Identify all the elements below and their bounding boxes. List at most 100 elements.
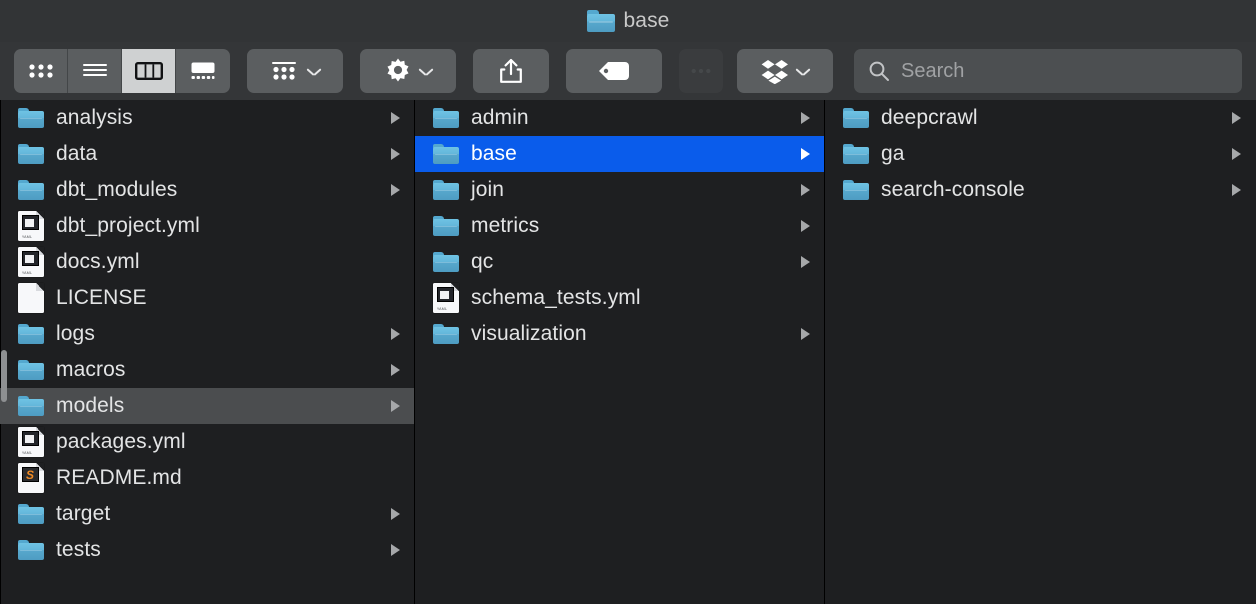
folder-icon — [843, 180, 869, 201]
list-item[interactable]: base — [415, 136, 824, 172]
folder-icon — [433, 252, 459, 273]
disclosure-arrow-icon — [801, 184, 810, 196]
folder-icon — [18, 540, 44, 561]
list-item-label: models — [56, 394, 379, 418]
list-icon — [82, 62, 108, 80]
folder-icon — [433, 216, 459, 237]
folder-icon — [18, 504, 44, 525]
share-button[interactable] — [473, 49, 549, 93]
list-item[interactable]: YAMLdocs.yml — [0, 244, 414, 280]
toolbar: Search — [0, 42, 1256, 100]
folder-icon — [433, 180, 459, 201]
disclosure-arrow-icon — [391, 112, 400, 124]
folder-icon — [433, 108, 459, 129]
list-item-label: data — [56, 142, 379, 166]
dropbox-button[interactable] — [737, 49, 833, 93]
list-item[interactable]: YAMLpackages.yml — [0, 424, 414, 460]
disclosure-arrow-icon — [801, 220, 810, 232]
list-item-label: README.md — [56, 466, 379, 490]
column-3[interactable]: deepcrawl ga search-console — [825, 100, 1255, 604]
disclosure-arrow-icon — [1232, 184, 1241, 196]
list-item[interactable]: target — [0, 496, 414, 532]
list-item[interactable]: YAML schema_tests.yml — [415, 280, 824, 316]
list-item[interactable]: README.md — [0, 460, 414, 496]
list-item[interactable]: tests — [0, 532, 414, 568]
column-2[interactable]: admin base joinmetrics qc YAML schema_tests.y… — [415, 100, 825, 604]
column-browser: analysis data dbt_modules YAML dbt_project.y… — [0, 100, 1256, 604]
list-item[interactable]: ga — [825, 136, 1255, 172]
list-item-label: schema_tests.yml — [471, 286, 789, 310]
folder-icon — [433, 324, 459, 345]
list-item-label: LICENSE — [56, 286, 379, 310]
gallery-icon — [189, 61, 217, 81]
page-title: base — [624, 9, 670, 33]
list-item[interactable]: admin — [415, 100, 824, 136]
finder-window: base — [0, 0, 1256, 604]
list-item-label: deepcrawl — [881, 106, 1220, 130]
search-icon — [868, 60, 890, 82]
view-mode-segmented-control[interactable] — [14, 49, 230, 93]
disclosure-arrow-icon — [801, 328, 810, 340]
list-item[interactable]: dbt_modules — [0, 172, 414, 208]
column-1[interactable]: analysis data dbt_modules YAML dbt_project.y… — [0, 100, 415, 604]
list-item[interactable]: macros — [0, 352, 414, 388]
list-item-label: dbt_modules — [56, 178, 379, 202]
toolbar-overflow-button[interactable] — [679, 49, 723, 93]
disclosure-arrow-icon — [391, 328, 400, 340]
list-item-label: qc — [471, 250, 789, 274]
list-item[interactable]: search-console — [825, 172, 1255, 208]
list-item[interactable]: data — [0, 136, 414, 172]
disclosure-arrow-icon — [801, 112, 810, 124]
list-item[interactable]: join — [415, 172, 824, 208]
markdown-file-icon — [18, 463, 44, 493]
group-items-button[interactable] — [247, 49, 343, 93]
grid-icon — [28, 62, 54, 80]
disclosure-arrow-icon — [801, 148, 810, 160]
disclosure-arrow-icon — [391, 364, 400, 376]
gallery-view-button[interactable] — [176, 49, 230, 93]
list-item[interactable]: qc — [415, 244, 824, 280]
window-titlebar: base — [0, 0, 1256, 42]
document-icon — [18, 283, 44, 313]
list-item-label: ga — [881, 142, 1220, 166]
list-item-label: search-console — [881, 178, 1220, 202]
column-view-button[interactable] — [122, 49, 176, 93]
share-icon — [498, 57, 524, 85]
list-item[interactable]: visualization — [415, 316, 824, 352]
overflow-icon — [691, 67, 711, 75]
list-item-label: macros — [56, 358, 379, 382]
gear-icon — [384, 57, 412, 85]
list-item-label: logs — [56, 322, 379, 346]
list-item-label: base — [471, 142, 789, 166]
dropbox-icon — [761, 58, 789, 84]
search-input[interactable]: Search — [854, 49, 1242, 93]
disclosure-arrow-icon — [1232, 148, 1241, 160]
list-item[interactable]: models — [0, 388, 414, 424]
icon-view-button[interactable] — [14, 49, 68, 93]
folder-icon — [433, 144, 459, 165]
yaml-file-icon: YAML — [18, 247, 44, 277]
folder-icon — [18, 180, 44, 201]
disclosure-arrow-icon — [801, 256, 810, 268]
yaml-file-icon: YAML — [18, 427, 44, 457]
list-view-button[interactable] — [68, 49, 122, 93]
folder-icon — [18, 324, 44, 345]
list-item[interactable]: YAML dbt_project.yml — [0, 208, 414, 244]
list-item-label: visualization — [471, 322, 789, 346]
yaml-file-icon: YAML — [18, 211, 44, 241]
disclosure-arrow-icon — [391, 148, 400, 160]
list-item-label: dbt_project.yml — [56, 214, 379, 238]
list-item[interactable]: analysis — [0, 100, 414, 136]
list-item[interactable]: metrics — [415, 208, 824, 244]
list-item[interactable]: deepcrawl — [825, 100, 1255, 136]
yaml-file-icon: YAML — [433, 283, 459, 313]
list-item[interactable]: logs — [0, 316, 414, 352]
chevron-down-icon — [307, 67, 320, 75]
vertical-scrollbar[interactable] — [1, 350, 7, 402]
folder-icon — [18, 396, 44, 417]
action-menu-button[interactable] — [360, 49, 456, 93]
folder-icon — [18, 360, 44, 381]
list-item[interactable]: LICENSE — [0, 280, 414, 316]
folder-icon — [18, 144, 44, 165]
tags-button[interactable] — [566, 49, 662, 93]
